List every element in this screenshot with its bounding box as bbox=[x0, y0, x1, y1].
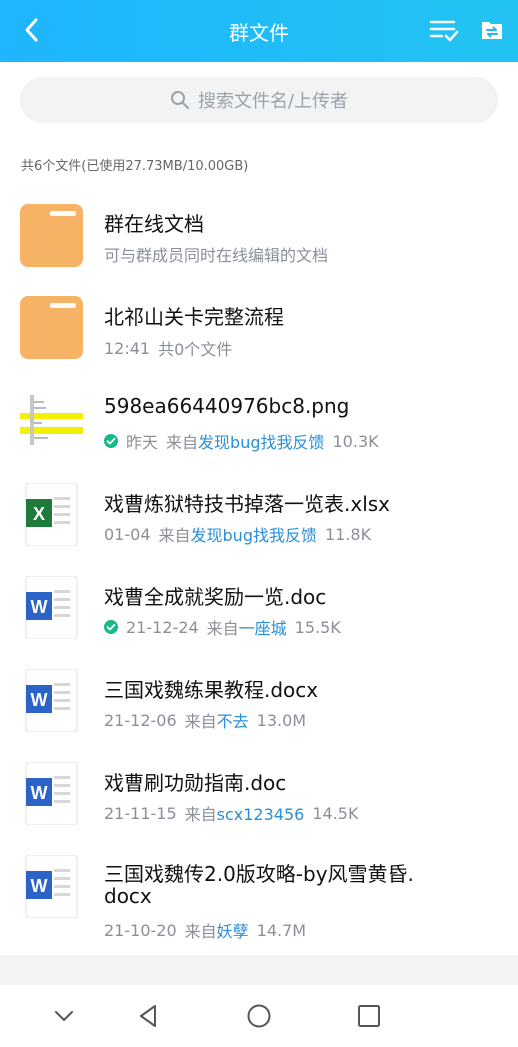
uploader-link[interactable]: 发现bug找我反馈 bbox=[198, 433, 324, 452]
file-name-line1: 三国戏魏传2.0版攻略-by风雪黄昏. bbox=[104, 862, 414, 886]
svg-text:W: W bbox=[31, 597, 48, 617]
word-file-icon: W bbox=[25, 576, 78, 639]
file-meta: 可与群成员同时在线编辑的文档 bbox=[104, 246, 329, 265]
folder-icon bbox=[20, 296, 83, 359]
file-name: 戏曹全成就奖励一览.doc bbox=[104, 585, 327, 609]
multiselect-icon[interactable] bbox=[428, 16, 460, 44]
image-thumbnail-icon bbox=[20, 389, 83, 452]
svg-text:W: W bbox=[31, 690, 48, 710]
file-name: 戏曹炼狱特技书掉落一览表.xlsx bbox=[104, 492, 391, 516]
uploader-link[interactable]: 不去 bbox=[217, 712, 249, 731]
file-meta: 12:41 共0个文件 bbox=[104, 338, 233, 360]
list-item-folder-online-docs[interactable]: 群在线文档 可与群成员同时在线编辑的文档 bbox=[0, 200, 518, 280]
search-input[interactable]: 搜索文件名/上传者 bbox=[20, 77, 498, 123]
svg-text:X: X bbox=[33, 504, 45, 524]
uploader-link[interactable]: 一座城 bbox=[239, 619, 287, 638]
file-name: 598ea66440976bc8.png bbox=[104, 394, 350, 418]
downloaded-check-icon bbox=[104, 434, 118, 448]
list-item-doc-guide[interactable]: W 戏曹刷功勋指南.doc 21-11-15 来自scx123456 14.5K bbox=[0, 759, 518, 839]
list-item-docx-tutorial[interactable]: W 三国戏魏练果教程.docx 21-12-06 来自不去 13.0M bbox=[0, 666, 518, 746]
word-file-icon: W bbox=[25, 855, 78, 918]
file-meta: 21-10-20 来自妖孽 14.7M bbox=[104, 920, 307, 942]
home-circle-icon[interactable] bbox=[245, 1002, 273, 1030]
header-bar: 群文件 bbox=[0, 0, 518, 62]
uploader-link[interactable]: 发现bug找我反馈 bbox=[191, 526, 317, 545]
back-triangle-icon[interactable] bbox=[134, 1002, 162, 1030]
file-meta: 21-11-15 来自scx123456 14.5K bbox=[104, 803, 359, 825]
file-meta: 21-12-06 来自不去 13.0M bbox=[104, 710, 307, 732]
file-meta: 01-04 来自发现bug找我反馈 11.8K bbox=[104, 524, 372, 546]
system-navigation-bar bbox=[0, 985, 518, 1047]
file-name: 戏曹刷功勋指南.doc bbox=[104, 771, 287, 795]
storage-summary: 共6个文件(已使用27.73MB/10.00GB) bbox=[21, 159, 249, 174]
downloaded-check-icon bbox=[104, 620, 118, 634]
word-file-icon: W bbox=[25, 669, 78, 732]
file-meta: 21-12-24 来自一座城 15.5K bbox=[104, 615, 341, 639]
uploader-link[interactable]: scx123456 bbox=[217, 805, 305, 824]
file-meta: 昨天 来自发现bug找我反馈 10.3K bbox=[104, 429, 379, 453]
folder-icon bbox=[20, 204, 83, 267]
recents-square-icon[interactable] bbox=[355, 1002, 383, 1030]
list-item-png[interactable]: 598ea66440976bc8.png 昨天 来自发现bug找我反馈 10.3… bbox=[0, 386, 518, 466]
excel-file-icon: X bbox=[25, 483, 78, 546]
list-item-docx-strategy[interactable]: W 三国戏魏传2.0版攻略-by风雪黄昏. docx 21-10-20 来自妖孽… bbox=[0, 852, 518, 952]
list-end-spacer bbox=[0, 955, 518, 985]
file-name: 三国戏魏练果教程.docx bbox=[104, 678, 319, 702]
file-name: 群在线文档 bbox=[104, 212, 204, 236]
upload-folder-icon[interactable] bbox=[478, 16, 506, 44]
svg-text:W: W bbox=[31, 783, 48, 803]
file-name: 北祁山关卡完整流程 bbox=[104, 305, 284, 329]
file-name-line2: docx bbox=[104, 884, 152, 908]
uploader-link[interactable]: 妖孽 bbox=[217, 922, 249, 941]
search-icon bbox=[170, 91, 189, 109]
list-item-xlsx[interactable]: X 戏曹炼狱特技书掉落一览表.xlsx 01-04 来自发现bug找我反馈 11… bbox=[0, 480, 518, 560]
list-item-doc-achievements[interactable]: W 戏曹全成就奖励一览.doc 21-12-24 来自一座城 15.5K bbox=[0, 573, 518, 653]
list-item-folder-beiqishan[interactable]: 北祁山关卡完整流程 12:41 共0个文件 bbox=[0, 293, 518, 373]
word-file-icon: W bbox=[25, 762, 78, 825]
search-placeholder: 搜索文件名/上传者 bbox=[197, 91, 349, 112]
chevron-down-icon[interactable] bbox=[50, 1002, 78, 1030]
svg-text:W: W bbox=[31, 876, 48, 896]
